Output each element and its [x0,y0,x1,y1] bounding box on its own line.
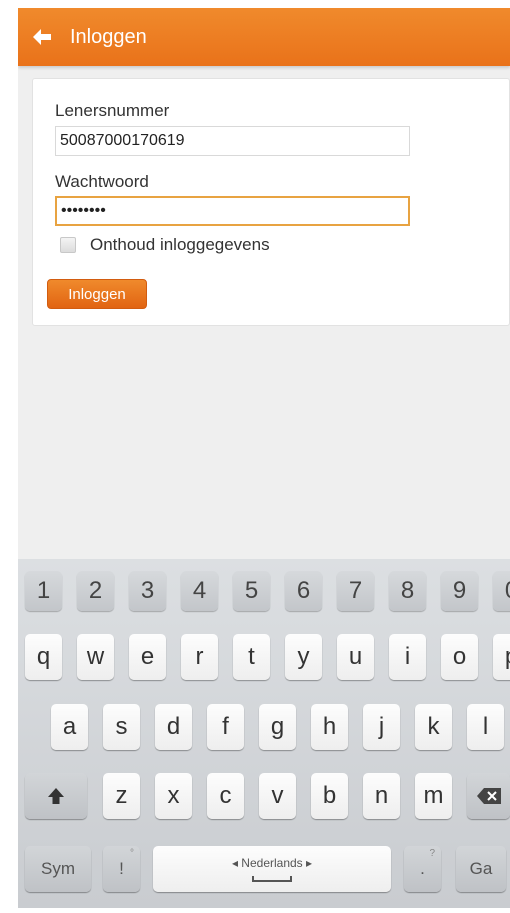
key-g[interactable]: g [259,704,296,750]
password-input[interactable] [55,196,410,226]
back-arrow-icon [33,29,51,45]
key-7[interactable]: 7 [337,571,374,611]
key-u[interactable]: u [337,634,374,680]
space-key[interactable]: ◂ Nederlands ▸ [153,846,391,892]
key-z[interactable]: z [103,773,140,819]
key-1[interactable]: 1 [25,571,62,611]
borrower-number-input[interactable] [55,126,410,156]
key-q[interactable]: q [25,634,62,680]
period-key-label: . [420,859,425,878]
key-f[interactable]: f [207,704,244,750]
key-3[interactable]: 3 [129,571,166,611]
key-k[interactable]: k [415,704,452,750]
remember-login-checkbox[interactable] [60,237,76,253]
key-9[interactable]: 9 [441,571,478,611]
key-0[interactable]: 0 [493,571,510,611]
key-m[interactable]: m [415,773,452,819]
key-i[interactable]: i [389,634,426,680]
key-v[interactable]: v [259,773,296,819]
go-key[interactable]: Ga [456,846,506,892]
key-e[interactable]: e [129,634,166,680]
app-screen: Inloggen Lenersnummer Wachtwoord Onthoud… [18,8,510,908]
sym-key-label: Sym [41,859,75,878]
key-j[interactable]: j [363,704,400,750]
key-a[interactable]: a [51,704,88,750]
key-n[interactable]: n [363,773,400,819]
key-d[interactable]: d [155,704,192,750]
soft-keyboard: 1 2 3 4 5 6 7 8 9 0 q w e r t y u i o p … [18,559,510,908]
key-l[interactable]: l [467,704,504,750]
exclaim-key[interactable]: ! ° [103,846,140,892]
key-8[interactable]: 8 [389,571,426,611]
period-key[interactable]: . ? [404,846,441,892]
remember-login-row[interactable]: Onthoud inloggegevens [60,235,270,255]
key-y[interactable]: y [285,634,322,680]
key-h[interactable]: h [311,704,348,750]
go-key-label: Ga [469,859,493,878]
key-x[interactable]: x [155,773,192,819]
exclaim-key-alt: ° [130,848,134,859]
key-o[interactable]: o [441,634,478,680]
shift-icon [48,788,64,804]
space-bar-icon [252,876,292,882]
key-t[interactable]: t [233,634,270,680]
back-button[interactable] [18,8,62,66]
key-2[interactable]: 2 [77,571,114,611]
sym-key[interactable]: Sym [25,846,91,892]
key-5[interactable]: 5 [233,571,270,611]
key-6[interactable]: 6 [285,571,322,611]
key-r[interactable]: r [181,634,218,680]
action-bar: Inloggen [18,8,510,66]
key-c[interactable]: c [207,773,244,819]
exclaim-key-label: ! [119,859,124,878]
password-label: Wachtwoord [55,172,149,191]
login-card: Lenersnummer Wachtwoord Onthoud inloggeg… [32,78,510,326]
key-p[interactable]: p [493,634,510,680]
keyboard-language-label: ◂ Nederlands ▸ [231,856,313,870]
page-title: Inloggen [70,25,147,48]
period-key-alt: ? [429,848,435,859]
login-button[interactable]: Inloggen [47,279,147,309]
remember-login-label: Onthoud inloggegevens [90,235,270,254]
backspace-icon [476,788,501,804]
key-w[interactable]: w [77,634,114,680]
backspace-key[interactable] [467,773,510,819]
key-4[interactable]: 4 [181,571,218,611]
key-b[interactable]: b [311,773,348,819]
borrower-number-label: Lenersnummer [55,101,170,120]
shift-key[interactable] [25,773,87,819]
key-s[interactable]: s [103,704,140,750]
